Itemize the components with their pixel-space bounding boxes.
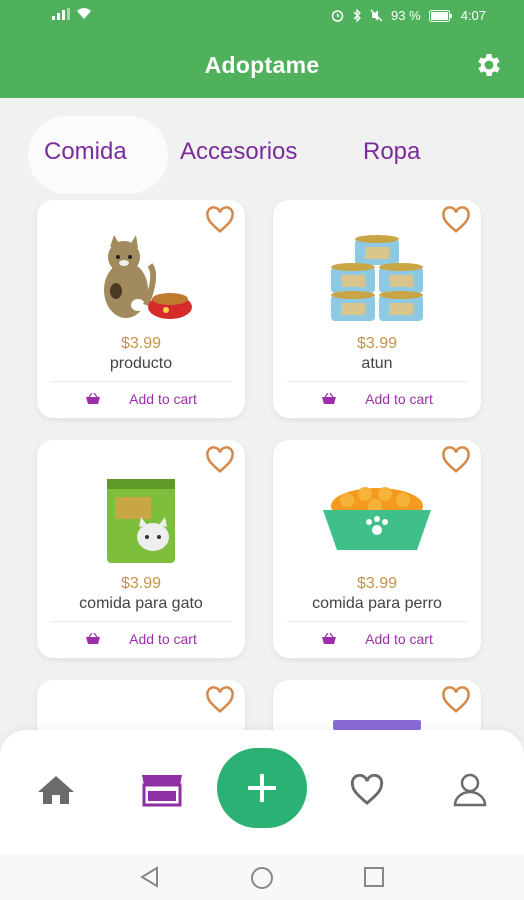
product-card[interactable]: $3.99 comida para perro Add to cart <box>273 440 481 658</box>
back-triangle-icon <box>140 866 158 888</box>
bluetooth-icon <box>353 9 361 22</box>
product-price: $3.99 <box>356 335 398 352</box>
clock: 4:07 <box>460 8 486 23</box>
product-name: comida para gato <box>79 595 203 612</box>
product-card[interactable]: $3.99 producto Add to cart <box>37 200 245 418</box>
product-image-cat-food-bag <box>37 470 245 570</box>
app-title: Adoptame <box>204 52 320 78</box>
add-to-cart-button[interactable]: Add to cart <box>273 386 481 412</box>
divider <box>287 621 467 622</box>
app-bar: Adoptame <box>0 32 524 98</box>
add-to-cart-button[interactable]: Add to cart <box>37 386 245 412</box>
product-image-cat-food-bowl <box>37 230 245 330</box>
gear-icon <box>478 54 500 76</box>
product-name: producto <box>109 355 173 372</box>
battery-percent: 93 % <box>391 8 421 23</box>
product-price: $3.99 <box>356 575 398 592</box>
cart-label: Add to cart <box>365 391 433 407</box>
tab-accesorios[interactable]: Accesorios <box>180 138 297 166</box>
product-price: $3.99 <box>120 575 162 592</box>
product-image-dog-food-bowl <box>273 470 481 570</box>
basket-icon <box>322 633 337 644</box>
nav-store[interactable] <box>140 768 184 812</box>
product-card[interactable]: $3.99 atun Add to cart <box>273 200 481 418</box>
wifi-icon <box>77 8 91 19</box>
nav-home[interactable] <box>34 768 78 812</box>
heart-icon <box>350 774 384 806</box>
recents-square-icon <box>364 867 384 887</box>
tab-ropa[interactable]: Ropa <box>363 138 420 166</box>
divider <box>287 381 467 382</box>
divider <box>51 381 231 382</box>
home-circle-icon <box>251 867 273 889</box>
product-name: atun <box>361 355 393 372</box>
home-button[interactable] <box>250 866 274 890</box>
product-name: comida para perro <box>312 595 442 612</box>
cart-label: Add to cart <box>129 631 197 647</box>
add-to-cart-button[interactable]: Add to cart <box>37 626 245 652</box>
user-icon <box>453 773 487 807</box>
store-icon <box>142 775 182 807</box>
back-button[interactable] <box>139 866 163 890</box>
cart-label: Add to cart <box>129 391 197 407</box>
product-card[interactable]: $3.99 comida para gato Add to cart <box>37 440 245 658</box>
tab-comida[interactable]: Comida <box>44 138 127 166</box>
category-tabs: Comida Accesorios Ropa <box>0 98 524 198</box>
divider <box>51 621 231 622</box>
nav-favorites[interactable] <box>345 768 389 812</box>
settings-button[interactable] <box>474 50 504 80</box>
mute-icon <box>370 9 383 22</box>
recents-button[interactable] <box>363 866 387 890</box>
basket-icon <box>322 393 337 404</box>
basket-icon <box>86 393 101 404</box>
nav-profile[interactable] <box>448 768 492 812</box>
cart-label: Add to cart <box>365 631 433 647</box>
system-navigation <box>0 854 524 900</box>
status-bar: 93 % 4:07 <box>0 0 524 32</box>
add-to-cart-button[interactable]: Add to cart <box>273 626 481 652</box>
bottom-navigation <box>0 730 524 854</box>
product-image-tuna-cans <box>273 230 481 330</box>
product-price: $3.99 <box>120 335 162 352</box>
basket-icon <box>86 633 101 644</box>
battery-icon <box>428 9 452 22</box>
add-icon <box>248 774 276 802</box>
add-button[interactable] <box>217 748 307 828</box>
alarm-icon <box>331 10 344 22</box>
home-icon <box>38 776 74 804</box>
signal-icon <box>52 8 70 20</box>
